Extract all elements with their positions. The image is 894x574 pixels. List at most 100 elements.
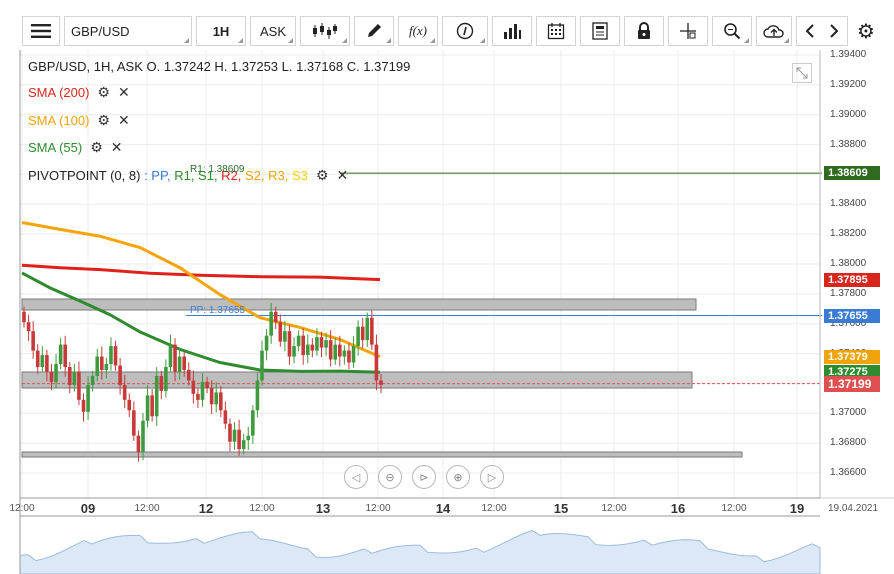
time-tick-label: 12:00 [365,503,391,514]
candle-body [278,322,283,342]
sma200-label: SMA (200) [28,85,90,100]
candle-body [365,317,370,341]
pivot-label: PIVOTPOINT (0, 8) [28,168,141,183]
time-tick-label: 12:00 [721,503,747,514]
candle-body [360,326,365,341]
candle-body [374,344,379,381]
candle-body [168,344,173,368]
sma200-line [21,263,381,282]
close-icon[interactable]: ✕ [118,112,130,128]
candle-body [191,380,196,394]
candle-body [315,337,319,351]
time-tick-label: 15 [553,501,569,516]
candle-body [255,380,260,411]
candle-body [246,435,251,441]
candle-body [45,355,49,372]
candle-body [205,381,209,388]
candle-body [319,337,324,348]
candle-body [49,371,54,382]
time-tick-label: 19 [789,501,805,516]
candle-body [342,350,347,357]
sma55-line [21,271,381,374]
gear-icon[interactable]: ⚙ [90,139,103,155]
candle-body [209,387,214,405]
gear-icon[interactable]: ⚙ [97,112,110,128]
price-badge: 1.37655 [824,308,880,323]
close-icon[interactable]: ✕ [111,139,123,155]
candle-body [40,355,45,368]
price-tick-label: 1.38200 [830,228,867,240]
gear-icon[interactable]: ⚙ [316,167,329,183]
candle-body [159,375,164,391]
time-tick-label: 14 [435,501,451,516]
candle-body [292,346,296,357]
ohlc-legend: GBP/USD, 1H, ASK O. 1.37242 H. 1.37253 L… [28,59,411,74]
price-badge: 1.37199 [824,375,880,392]
candle-body [260,350,264,381]
candle-body [104,364,109,370]
time-tick-label: 12:00 [134,503,160,514]
sma200-legend: SMA (200) ⚙ ✕ [28,84,130,101]
sma100-label: SMA (100) [28,113,90,128]
price-tick-label: 1.38000 [830,258,867,269]
price-badge: 1.37379 [824,349,880,364]
time-tick-label: 12:00 [601,503,627,514]
time-tick-label: 09 [80,501,96,516]
price-tick-label: 1.38400 [830,198,867,210]
next-icon[interactable]: ▷ [480,465,504,489]
candle-body [324,340,328,348]
candle-body [122,384,127,400]
candle-body [72,371,77,385]
zoom-out-icon[interactable]: ⊖ [378,465,402,489]
candle-body [241,440,246,450]
prev-icon[interactable]: ◁ [344,465,368,489]
candle-body [223,410,228,424]
candle-body [86,384,90,412]
pivot-legend: PIVOTPOINT (0, 8) : PP, R1, S1, R2, S2, … [28,167,348,184]
pivot-item: S3 [288,168,308,183]
time-tick-label: 12:00 [249,503,275,514]
candle-body [77,371,81,400]
candle-body [273,311,278,323]
candle-body [305,344,310,356]
candle-body [22,311,26,323]
candle-body [338,344,342,357]
time-tick-label: 12:00 [9,503,35,514]
zoom-in-icon[interactable]: ⊕ [446,465,470,489]
candle-body [90,375,95,385]
candle-body [132,410,136,436]
candle-body [173,344,177,372]
candle-body [347,350,351,363]
candle-body [296,335,301,347]
candle-body [100,356,104,370]
candle-body [164,367,168,391]
candle-body [214,392,219,405]
candle-body [145,395,150,421]
candle-body [113,346,118,366]
candle-body [310,344,315,351]
price-tick-label: 1.36600 [830,467,867,478]
price-badge: 1.38609 [824,166,880,181]
reset-icon[interactable]: ⊳ [412,465,436,489]
expand-button[interactable] [792,63,812,83]
candle-body [328,340,333,360]
candle-body [370,317,374,345]
support-resistance-zones [21,298,743,458]
close-icon[interactable]: ✕ [118,84,130,100]
sma55-legend: SMA (55) ⚙ ✕ [28,139,122,156]
candle-body [232,429,237,442]
lower-zone[interactable] [21,451,743,458]
close-icon[interactable]: ✕ [336,167,348,183]
price-tick-label: 1.39200 [830,78,867,90]
price-tick-label: 1.37000 [830,407,867,419]
price-tick-label: 1.38800 [830,138,867,150]
time-tick-label: 12 [198,501,214,516]
candle-body [196,393,200,400]
resistance-zone[interactable] [21,298,697,311]
candle-body [251,410,255,436]
gear-icon[interactable]: ⚙ [97,84,110,100]
pp-level-label: PP: 1.37655 [190,305,246,316]
price-chart[interactable] [0,0,894,574]
support-zone[interactable] [21,371,693,389]
time-tick-label: 13 [315,501,331,516]
